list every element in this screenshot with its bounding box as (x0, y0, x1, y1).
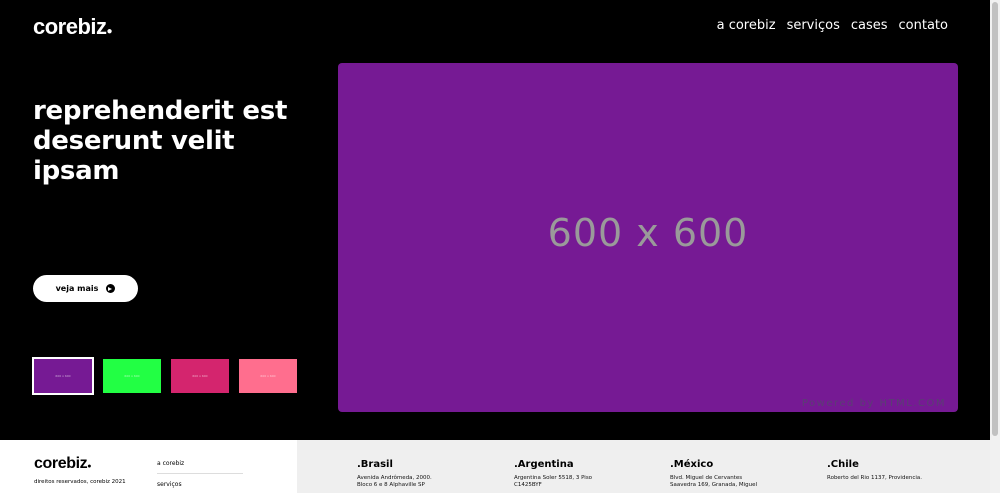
office-argentina: .Argentina Argentina Soler 5518, 3 Piso … (514, 459, 664, 489)
hero-banner-image: 600 x 600 Powered by HTML.COM (338, 63, 958, 412)
see-more-label: veja mais (55, 284, 99, 293)
office-address-line: C1425BYF (514, 482, 542, 488)
page-scrollbar[interactable] (990, 0, 1000, 493)
footer-logo-text: corebiz (34, 455, 88, 472)
see-more-button[interactable]: veja mais (33, 275, 138, 302)
nav-link-a-corebiz[interactable]: a corebiz (717, 18, 776, 33)
office-address-line: Blvd. Miguel de Cervantes (670, 475, 743, 481)
thumbnail-4[interactable]: 600 x 600 (239, 359, 297, 393)
nav-link-contato[interactable]: contato (899, 18, 948, 33)
office-address-line: Bloco 6 e 8 Alphaville SP (357, 482, 425, 488)
thumbnail-3[interactable]: 600 x 600 (171, 359, 229, 393)
office-address-line: Saavedra 169, Granada, Miguel (670, 482, 758, 488)
office-country: .Brasil (357, 459, 393, 470)
main-nav: a corebiz serviços cases contato (717, 18, 948, 33)
logo-text: corebiz (33, 14, 107, 39)
office-country: .Argentina (514, 459, 574, 470)
banner-thumbnails: 600 x 600 600 x 600 600 x 600 600 x 600 (32, 357, 297, 395)
footer-link-a-corebiz[interactable]: a corebiz (157, 460, 243, 474)
hero-section: corebiz● a corebiz serviços cases contat… (0, 0, 990, 440)
thumbnail-4-caption: 600 x 600 (260, 374, 276, 378)
copyright-text: direitos reservados, corebiz 2021 (34, 479, 126, 485)
banner-credit: Powered by HTML.COM (801, 398, 946, 409)
hero-headline: reprehenderit est deserunt velit ipsam (33, 96, 288, 186)
thumbnail-3-caption: 600 x 600 (192, 374, 208, 378)
nav-link-cases[interactable]: cases (851, 18, 888, 33)
office-chile: .Chile Roberto del Rio 1137, Providencia… (827, 459, 977, 482)
footer-offices: .Brasil Avenida Andrômeda, 2000. Bloco 6… (297, 440, 990, 493)
office-mexico: .México Blvd. Miguel de Cervantes Saaved… (670, 459, 820, 489)
office-address-line: Argentina Soler 5518, 3 Piso (514, 475, 593, 481)
thumbnail-1-caption: 600 x 600 (55, 374, 71, 378)
footer-logo-dot: ● (87, 463, 92, 470)
arrow-right-circle-icon (106, 284, 116, 293)
nav-link-servicos[interactable]: serviços (787, 18, 840, 33)
office-country: .México (670, 459, 714, 470)
office-country: .Chile (827, 459, 859, 470)
footer-logo[interactable]: corebiz● (34, 455, 91, 473)
footer-brand-area: corebiz● direitos reservados, corebiz 20… (0, 440, 297, 493)
footer: corebiz● direitos reservados, corebiz 20… (0, 440, 990, 493)
scrollbar-thumb[interactable] (992, 2, 998, 436)
logo[interactable]: corebiz● (33, 14, 113, 40)
thumbnail-2[interactable]: 600 x 600 (103, 359, 161, 393)
office-address-line: Avenida Andrômeda, 2000. (357, 475, 432, 481)
office-brasil: .Brasil Avenida Andrômeda, 2000. Bloco 6… (357, 459, 507, 489)
footer-link-servicos[interactable]: serviços (157, 481, 243, 493)
thumbnail-2-caption: 600 x 600 (124, 374, 140, 378)
logo-dot: ● (106, 26, 113, 37)
thumbnail-1[interactable]: 600 x 600 (32, 357, 94, 395)
footer-nav: a corebiz serviços (157, 460, 243, 493)
banner-placeholder-dimensions: 600 x 600 (547, 211, 749, 255)
office-address-line: Roberto del Rio 1137, Providencia. (827, 475, 922, 481)
